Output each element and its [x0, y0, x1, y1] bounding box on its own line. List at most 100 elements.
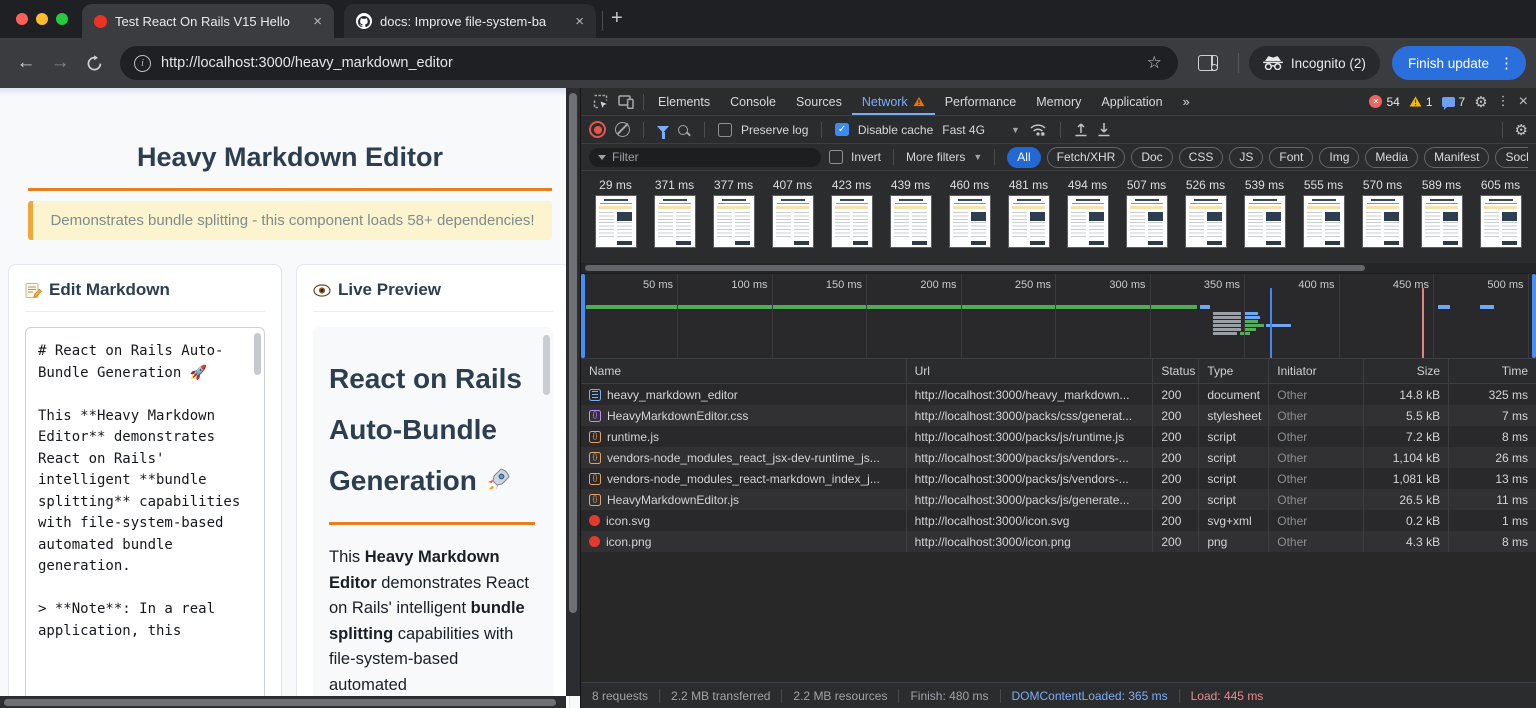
network-settings-icon[interactable]: ⚙: [1515, 121, 1528, 139]
network-search-icon[interactable]: [678, 125, 688, 135]
console-warnings-badge[interactable]: 1: [1409, 95, 1433, 109]
import-har-icon[interactable]: [1074, 122, 1088, 137]
export-har-icon[interactable]: [1097, 122, 1111, 137]
filter-pill-media[interactable]: Media: [1365, 147, 1418, 168]
close-tab-icon[interactable]: ×: [571, 12, 588, 31]
filmstrip-frame[interactable]: 539 ms: [1238, 178, 1291, 263]
column-header-initiator[interactable]: Initiator: [1268, 359, 1363, 383]
filter-pill-css[interactable]: CSS: [1179, 147, 1224, 168]
devtools-menu-icon[interactable]: ⋮: [1497, 94, 1510, 109]
filter-pill-js[interactable]: JS: [1229, 147, 1263, 168]
devtools-tab-application[interactable]: Application: [1091, 88, 1172, 115]
markdown-textarea[interactable]: # React on Rails Auto-Bundle Generation …: [25, 327, 265, 708]
bookmark-star-icon[interactable]: ☆: [1137, 53, 1172, 73]
filmstrip-frame[interactable]: 555 ms: [1297, 178, 1350, 263]
filmstrip-frame[interactable]: 507 ms: [1120, 178, 1173, 263]
column-header-name[interactable]: Name: [581, 359, 906, 383]
network-overview-timeline[interactable]: 50 ms100 ms150 ms200 ms250 ms300 ms350 m…: [581, 274, 1536, 359]
preview-scrollbar[interactable]: [543, 335, 550, 395]
browser-tab-active[interactable]: Test React On Rails V15 Hello ×: [82, 4, 334, 38]
filmstrip-frame[interactable]: 589 ms: [1415, 178, 1468, 263]
forward-button[interactable]: →: [44, 47, 76, 79]
column-header-type[interactable]: Type: [1198, 359, 1268, 383]
filter-pill-manifest[interactable]: Manifest: [1424, 147, 1489, 168]
devtools-tab-performance[interactable]: Performance: [935, 88, 1027, 115]
devtools-close-icon[interactable]: ×: [1519, 93, 1528, 111]
browser-menu-icon[interactable]: ⋮: [1497, 54, 1516, 72]
disable-cache-checkbox[interactable]: ✓: [835, 123, 849, 137]
devtools-tab-console[interactable]: Console: [720, 88, 786, 115]
filter-pill-font[interactable]: Font: [1269, 147, 1313, 168]
table-row[interactable]: heavy_markdown_editorhttp://localhost:30…: [581, 384, 1536, 405]
browser-tab-inactive[interactable]: docs: Improve file-system-ba ×: [344, 4, 596, 38]
filmstrip-frame[interactable]: 371 ms: [648, 178, 701, 263]
filter-pill-all[interactable]: All: [1007, 147, 1040, 168]
filmstrip-frame[interactable]: 570 ms: [1356, 178, 1409, 263]
page-vertical-scrollbar[interactable]: [566, 88, 580, 696]
filter-pill-doc[interactable]: Doc: [1131, 147, 1172, 168]
overview-left-handle[interactable]: [581, 274, 585, 358]
textarea-scrollbar[interactable]: [254, 333, 261, 375]
devtools-tab-sources[interactable]: Sources: [786, 88, 852, 115]
column-header-time[interactable]: Time: [1448, 359, 1536, 383]
device-toolbar-icon[interactable]: [613, 88, 639, 115]
devtools-tab-memory[interactable]: Memory: [1026, 88, 1091, 115]
devtools-tab-network[interactable]: Network: [852, 88, 935, 115]
table-row[interactable]: {}vendors-node_modules_react-markdown_in…: [581, 468, 1536, 489]
incognito-badge[interactable]: Incognito (2): [1249, 46, 1380, 80]
more-panels-chevron[interactable]: »: [1173, 88, 1200, 115]
page-horizontal-scrollbar[interactable]: [0, 696, 566, 708]
filmstrip-frame[interactable]: 423 ms: [825, 178, 878, 263]
filmstrip-frame[interactable]: 377 ms: [707, 178, 760, 263]
table-row[interactable]: {}HeavyMarkdownEditor.csshttp://localhos…: [581, 405, 1536, 426]
devtools-settings-icon[interactable]: ⚙: [1474, 93, 1487, 111]
filter-input[interactable]: Filter: [589, 148, 821, 167]
close-window-button[interactable]: [16, 13, 28, 25]
table-row[interactable]: {}HeavyMarkdownEditor.jshttp://localhost…: [581, 489, 1536, 510]
filmstrip-frame[interactable]: 460 ms: [943, 178, 996, 263]
more-filters-dropdown[interactable]: More filters: [906, 150, 965, 164]
table-row[interactable]: icon.pnghttp://localhost:3000/icon.png20…: [581, 531, 1536, 552]
url-bar[interactable]: i http://localhost:3000/heavy_markdown_e…: [120, 46, 1178, 80]
filter-pill-fetch-xhr[interactable]: Fetch/XHR: [1047, 147, 1126, 168]
clear-network-log-button[interactable]: [615, 122, 630, 137]
page-info-icon[interactable]: i: [134, 55, 151, 72]
table-row[interactable]: {}vendors-node_modules_react_jsx-dev-run…: [581, 447, 1536, 468]
throttling-dropdown[interactable]: Fast 4G ▼: [942, 123, 1020, 137]
filmstrip-frame[interactable]: 439 ms: [884, 178, 937, 263]
column-header-status[interactable]: Status: [1152, 359, 1198, 383]
finish-update-button[interactable]: Finish update ⋮: [1392, 46, 1526, 80]
filmstrip-frame[interactable]: 605 ms: [1474, 178, 1527, 263]
overview-right-handle[interactable]: [1532, 274, 1536, 358]
minimize-window-button[interactable]: [36, 13, 48, 25]
back-button[interactable]: ←: [10, 47, 42, 79]
column-header-url[interactable]: Url: [906, 359, 1153, 383]
devtools-tab-elements[interactable]: Elements: [648, 88, 720, 115]
filter-pill-img[interactable]: Img: [1319, 147, 1359, 168]
filmstrip-frame[interactable]: 481 ms: [1002, 178, 1055, 263]
filter-toggle-icon[interactable]: [657, 126, 669, 133]
column-header-size[interactable]: Size: [1363, 359, 1448, 383]
filmstrip-frame[interactable]: 494 ms: [1061, 178, 1114, 263]
console-errors-badge[interactable]: ✕ 54: [1369, 95, 1399, 109]
invert-checkbox[interactable]: [829, 150, 843, 164]
table-row[interactable]: icon.svghttp://localhost:3000/icon.svg20…: [581, 510, 1536, 531]
filmstrip-scrollbar[interactable]: [581, 263, 1536, 274]
filmstrip-frame[interactable]: 526 ms: [1179, 178, 1232, 263]
close-tab-icon[interactable]: ×: [309, 12, 326, 31]
filter-pill-socket[interactable]: Socket: [1495, 147, 1528, 168]
new-tab-button[interactable]: +: [609, 7, 631, 38]
status-domcontentloaded[interactable]: DOMContentLoaded: 365 ms: [1000, 689, 1179, 703]
status-load[interactable]: Load: 445 ms: [1179, 689, 1275, 703]
filmstrip-frame[interactable]: 407 ms: [766, 178, 819, 263]
table-row[interactable]: {}runtime.jshttp://localhost:3000/packs/…: [581, 426, 1536, 447]
maximize-window-button[interactable]: [56, 13, 68, 25]
side-panel-search-icon[interactable]: [1198, 55, 1218, 71]
preserve-log-checkbox[interactable]: [718, 123, 732, 137]
record-network-log-button[interactable]: [589, 121, 606, 138]
inspect-element-icon[interactable]: [587, 88, 613, 115]
filmstrip-frame[interactable]: 29 ms: [589, 178, 642, 263]
reload-button[interactable]: [78, 47, 110, 79]
issues-badge[interactable]: 7: [1442, 95, 1466, 109]
network-conditions-icon[interactable]: [1029, 123, 1047, 137]
